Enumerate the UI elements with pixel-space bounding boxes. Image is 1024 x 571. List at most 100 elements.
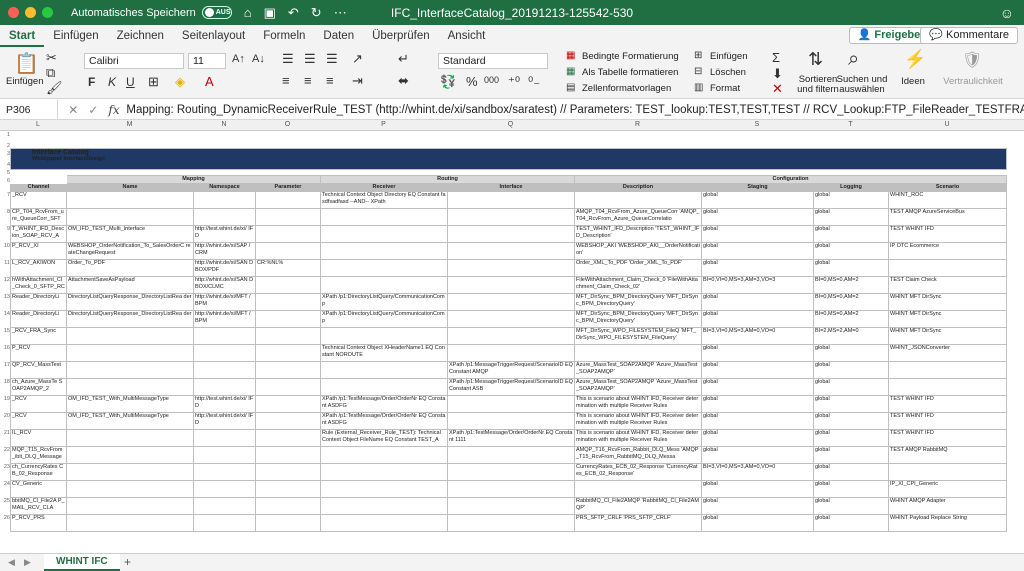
bold-button[interactable]: F (88, 75, 95, 89)
table-cell[interactable]: CurrencyRates_ECB_02_Response 'CurrencyR… (574, 462, 702, 481)
formula-input[interactable]: Mapping: Routing_DynamicReceiverRule_TES… (126, 104, 1024, 116)
table-cell[interactable] (66, 360, 194, 379)
table-cell[interactable]: global (701, 496, 814, 515)
table-cell[interactable]: QP_RCV_MassTest (10, 360, 67, 379)
table-cell[interactable]: OM_IFD_TEST_With_MultiMessageType (66, 394, 194, 413)
table-cell[interactable] (447, 445, 575, 464)
table-cell[interactable] (447, 207, 575, 226)
table-cell[interactable] (320, 496, 448, 515)
font-color-icon[interactable]: A (205, 74, 214, 89)
table-cell[interactable]: WEBSHOP_AKI 'WEBSHOP_AKI__OrderNotificat… (574, 241, 702, 260)
table-cell[interactable] (255, 377, 321, 396)
table-cell[interactable]: TEST WHINT IFD (888, 224, 1007, 243)
table-cell[interactable] (320, 360, 448, 379)
number-format-select[interactable]: Standard (438, 53, 548, 69)
format-as-table-button[interactable]: Als Tabelle formatieren (582, 68, 678, 78)
tab-einfuegen[interactable]: Einfügen (44, 25, 107, 47)
tab-ueberpruefen[interactable]: Überprüfen (363, 25, 439, 47)
row-number[interactable]: 14 (0, 311, 10, 317)
table-cell[interactable]: OM_IFD_TEST_With_MultiMessageType (66, 411, 194, 430)
table-cell[interactable]: XPath /p1:TestMessage/Order/OrderNr EQ C… (320, 411, 448, 430)
table-cell[interactable]: IP_XI_CPI_Generic (888, 479, 1007, 498)
table-cell[interactable] (320, 258, 448, 277)
table-cell[interactable] (193, 445, 256, 464)
row-number[interactable]: 22 (0, 447, 10, 453)
table-cell[interactable]: TEST Claim Check (888, 275, 1007, 294)
table-cell[interactable]: This is scenario about WHINT IFD, Receiv… (574, 428, 702, 447)
format-cells-button[interactable]: Format (710, 84, 740, 94)
cell-styles-button[interactable]: Zellenformatvorlagen (582, 84, 671, 94)
table-cell[interactable]: IL_RCV (10, 428, 67, 447)
insert-cells-button[interactable]: Einfügen (710, 52, 748, 62)
table-cell[interactable] (320, 326, 448, 345)
table-cell[interactable] (255, 275, 321, 294)
row-number[interactable]: 3 (0, 151, 10, 157)
prev-sheet-icon[interactable]: ◀ (8, 557, 15, 568)
table-cell[interactable] (255, 190, 321, 209)
table-cell[interactable]: Order_XML_To_PDF 'Order_XML_To_PDF' (574, 258, 702, 277)
table-cell[interactable]: http://test.whint.de/xi/ IFD (193, 394, 256, 413)
row-number[interactable]: 17 (0, 362, 10, 368)
table-cell[interactable] (888, 360, 1007, 379)
table-cell[interactable]: global (813, 343, 889, 362)
add-sheet-icon[interactable]: + (124, 555, 131, 569)
column-header[interactable]: S (701, 121, 813, 128)
thousands-button[interactable]: 000 (484, 75, 499, 85)
table-cell[interactable]: IP OTC Ecommerce (888, 241, 1007, 260)
borders-icon[interactable]: ⊞ (148, 74, 159, 90)
ideas-button[interactable]: Ideen (896, 77, 930, 87)
table-cell[interactable] (66, 496, 194, 515)
table-cell[interactable]: ch_Azure_MassTe SOAP2AMQP_2 (10, 377, 67, 396)
table-cell[interactable]: global (813, 513, 889, 532)
sort-filter-icon[interactable]: ⇅ (808, 49, 823, 70)
table-cell[interactable] (66, 326, 194, 345)
row-number[interactable]: 25 (0, 498, 10, 504)
table-cell[interactable]: global (813, 411, 889, 430)
column-header[interactable]: M (66, 121, 193, 128)
column-header[interactable]: R (574, 121, 701, 128)
table-cell[interactable]: global (701, 513, 814, 532)
table-cell[interactable] (320, 513, 448, 532)
table-cell[interactable] (193, 513, 256, 532)
table-cell[interactable] (447, 496, 575, 515)
table-cell[interactable]: http://test.whint.de/xi/ IFD (193, 411, 256, 430)
table-cell[interactable]: TEST WHINT IFD (888, 428, 1007, 447)
table-cell[interactable] (574, 343, 702, 362)
italic-button[interactable]: K (108, 75, 116, 89)
align-left-icon[interactable]: ≡ (282, 73, 290, 88)
row-number[interactable]: 26 (0, 515, 10, 521)
decrease-font-icon[interactable]: A↓ (252, 53, 265, 65)
save-icon[interactable]: ▣ (264, 5, 276, 21)
conditional-format-button[interactable]: Bedingte Formatierung (582, 52, 679, 62)
increase-font-icon[interactable]: A↑ (232, 53, 245, 65)
table-cell[interactable] (255, 513, 321, 532)
row-number[interactable]: 23 (0, 464, 10, 470)
table-cell[interactable] (888, 462, 1007, 481)
column-header[interactable]: O (255, 121, 320, 128)
table-cell[interactable] (193, 207, 256, 226)
search-icon[interactable]: ⌕ (848, 48, 859, 71)
font-name-select[interactable]: Calibri (84, 53, 184, 69)
table-cell[interactable]: TEST AMQP AzureServiceBus (888, 207, 1007, 226)
table-cell[interactable] (193, 377, 256, 396)
column-header[interactable]: P (320, 121, 447, 128)
table-cell[interactable]: TEST_WHINT_IFD_Description 'TEST_WHINT_I… (574, 224, 702, 243)
table-cell[interactable] (447, 275, 575, 294)
table-cell[interactable]: WHINT_ROC (888, 190, 1007, 209)
row-number[interactable]: 19 (0, 396, 10, 402)
table-cell[interactable]: CV_Generic (10, 479, 67, 498)
table-cell[interactable]: BI=0,MS=0,AM=2 (813, 309, 889, 328)
decrease-decimal-icon[interactable]: ⁰₋ (528, 74, 540, 90)
table-cell[interactable] (255, 428, 321, 447)
table-cell[interactable] (447, 411, 575, 430)
table-cell[interactable]: global (813, 462, 889, 481)
table-cell[interactable] (255, 207, 321, 226)
table-cell[interactable] (320, 479, 448, 498)
row-number[interactable]: 12 (0, 277, 10, 283)
table-cell[interactable] (255, 462, 321, 481)
fill-color-icon[interactable]: ◈ (175, 74, 185, 90)
sheet-tab-whint-ifc[interactable]: WHINT IFC (44, 554, 120, 571)
table-cell[interactable]: Order_To_PDF (66, 258, 194, 277)
table-cell[interactable]: _RCV_FRA_Sync (10, 326, 67, 345)
table-cell[interactable] (255, 411, 321, 430)
